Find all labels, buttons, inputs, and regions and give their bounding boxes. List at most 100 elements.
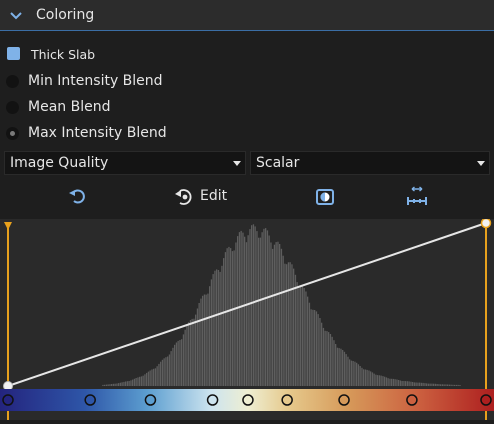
thick-slab-row[interactable]: Thick Slab [0, 43, 494, 65]
histogram-bar [244, 236, 246, 386]
histogram-bar [221, 265, 223, 386]
histogram-bar [448, 384, 451, 386]
histogram-bar [240, 230, 242, 386]
color-stop[interactable] [206, 394, 219, 406]
color-stop[interactable] [242, 394, 254, 406]
histogram-bar [132, 379, 134, 386]
histogram-bar [156, 366, 158, 386]
coloring-section-header[interactable]: Coloring [0, 0, 494, 31]
histogram-bar [174, 344, 176, 386]
histogram-bar [161, 359, 164, 386]
histogram-bar [207, 293, 209, 386]
color-stop[interactable] [84, 394, 96, 406]
color-stop[interactable] [2, 394, 14, 406]
histogram-bar [321, 322, 323, 386]
reset-icon [69, 189, 85, 204]
histogram-bar [153, 368, 155, 386]
histogram-bar [322, 327, 325, 386]
histogram-bar [142, 375, 144, 386]
color-stop[interactable] [144, 394, 157, 406]
histogram-bar [259, 237, 262, 386]
histogram-bar [406, 381, 409, 386]
reset-button[interactable] [64, 184, 90, 210]
histogram-bar [317, 314, 319, 386]
histogram-bar [431, 383, 433, 386]
histogram-bar [151, 369, 153, 386]
blend-max-intensity[interactable]: Max Intensity Blend [0, 123, 494, 145]
histogram-bar [139, 376, 141, 386]
histogram-bar [233, 250, 235, 386]
color-stop[interactable] [281, 394, 293, 406]
preset-select[interactable]: Image Quality [4, 151, 246, 175]
histogram-bar [254, 226, 256, 386]
color-stop[interactable] [406, 394, 418, 406]
histogram-bar [455, 384, 458, 386]
blend-min-intensity[interactable]: Min Intensity Blend [0, 71, 494, 93]
histogram-bar [181, 339, 183, 386]
histogram-bar [212, 274, 214, 386]
blend-mean-radio[interactable] [6, 101, 19, 114]
scalar-select[interactable]: Scalar [250, 151, 490, 175]
invert-button[interactable] [312, 184, 338, 210]
histogram-bar [249, 229, 251, 386]
histogram-bar [319, 318, 321, 386]
histogram-bar [235, 242, 237, 386]
color-stop[interactable] [480, 394, 492, 406]
histogram-bar [226, 248, 228, 386]
histogram-bar [252, 224, 255, 386]
histogram-bar [125, 381, 127, 386]
histogram-bar [413, 382, 416, 386]
histogram-bar [419, 382, 421, 386]
histogram-bar [172, 347, 174, 386]
histogram-bar [247, 235, 249, 386]
histogram-bar [203, 294, 206, 386]
thick-slab-checkbox[interactable] [7, 47, 20, 60]
histogram-bar [408, 381, 410, 386]
histogram-bar [160, 361, 162, 386]
histogram-bar [387, 378, 389, 386]
histogram-bar [196, 308, 199, 386]
chevron-down-icon [233, 161, 241, 166]
opacity-control-point[interactable] [480, 217, 492, 229]
histogram-bar [266, 230, 269, 386]
transfer-function-editor[interactable] [0, 217, 494, 420]
histogram-bar [328, 332, 330, 386]
range-min-marker[interactable] [4, 222, 12, 230]
chevron-down-icon [10, 12, 22, 20]
histogram-bar [370, 371, 372, 386]
histogram-bar [186, 325, 188, 386]
histogram-bar [396, 379, 398, 386]
histogram-bar [434, 383, 437, 386]
histogram-bar [443, 384, 445, 386]
histogram-bar [392, 378, 395, 386]
histogram-bar [333, 340, 335, 386]
histogram-bar [154, 368, 157, 386]
histogram-bar [398, 380, 400, 386]
histogram-bar [195, 314, 197, 386]
histogram-bar [228, 246, 230, 386]
histogram-bar [308, 302, 311, 386]
histogram-bar [273, 244, 276, 386]
histogram-bar [219, 271, 221, 386]
histogram-bar [424, 383, 426, 386]
histogram-bar [445, 384, 447, 386]
histogram-bar [202, 295, 204, 386]
blend-min-radio[interactable] [6, 75, 19, 88]
scalar-select-value: Scalar [256, 155, 300, 171]
histogram-bar [126, 381, 129, 386]
histogram-bar [198, 303, 200, 386]
blend-max-radio[interactable] [6, 127, 19, 140]
transfer-function-canvas[interactable] [0, 217, 494, 420]
blend-mean[interactable]: Mean Blend [0, 97, 494, 119]
histogram-bar [345, 354, 347, 386]
histogram-bar [371, 372, 374, 386]
histogram-bar [415, 382, 417, 386]
histogram-bar [420, 382, 423, 386]
histogram-bar [312, 309, 314, 386]
histogram-bar [340, 348, 342, 386]
color-stop[interactable] [338, 394, 350, 406]
range-button[interactable] [404, 184, 430, 210]
histogram-bar [251, 225, 253, 386]
histogram-bar [293, 268, 295, 386]
histogram-bar [277, 241, 279, 386]
